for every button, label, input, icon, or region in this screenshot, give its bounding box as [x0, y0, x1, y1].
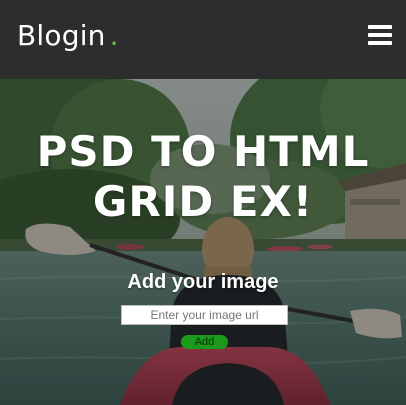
- hero-title-line-1: PSD TO HTML: [36, 127, 370, 176]
- site-header: Blogin.: [0, 0, 406, 79]
- page: Blogin. PSD TO HTML GRID EX! Add your im…: [0, 0, 406, 405]
- site-logo[interactable]: Blogin.: [17, 18, 119, 54]
- logo-dot: .: [109, 19, 119, 52]
- hamburger-menu-icon[interactable]: [368, 24, 392, 48]
- menu-bar: [368, 25, 392, 29]
- hero-title: PSD TO HTML GRID EX!: [0, 127, 406, 227]
- menu-bar: [368, 33, 392, 37]
- add-button[interactable]: Add: [181, 335, 228, 349]
- image-url-input[interactable]: [121, 305, 288, 325]
- hero-title-line-2: GRID EX!: [92, 177, 314, 226]
- menu-bar: [368, 41, 392, 45]
- logo-text: Blogin: [17, 19, 106, 52]
- add-image-heading: Add your image: [127, 271, 279, 293]
- hero-section: PSD TO HTML GRID EX! Add your image Add: [0, 79, 406, 405]
